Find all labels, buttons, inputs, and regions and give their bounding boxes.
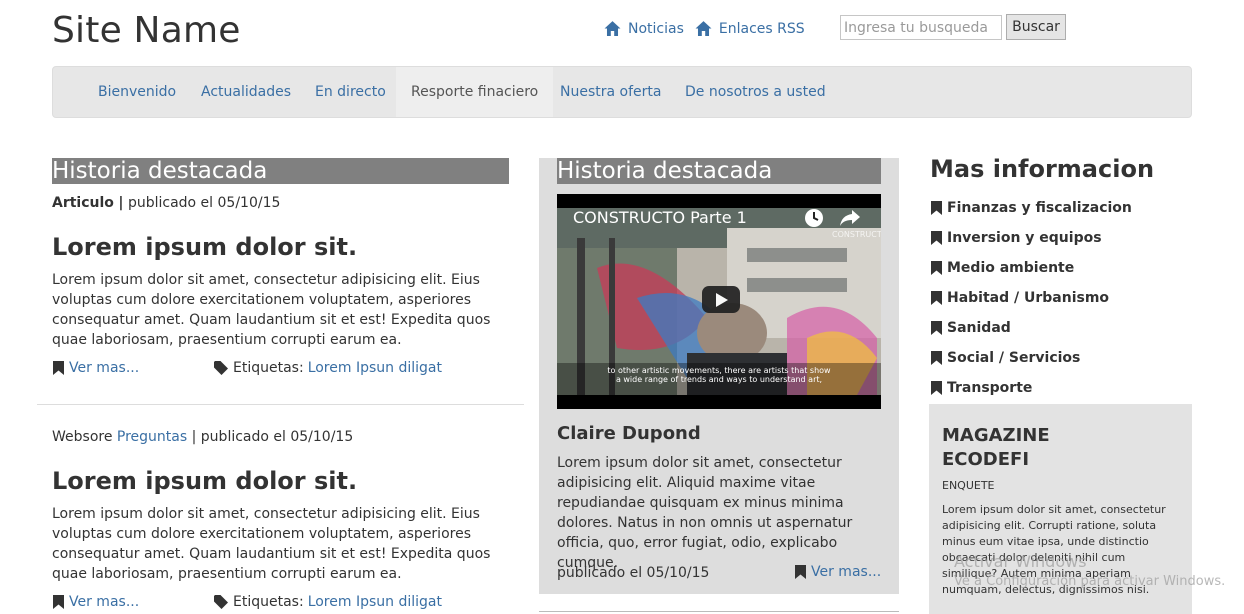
article-divider xyxy=(37,404,524,405)
featured-read-more-link[interactable]: Ver mas... xyxy=(795,564,881,580)
more-info-heading: Mas informacion xyxy=(930,155,1155,183)
home-icon xyxy=(695,21,712,36)
read-more-link[interactable]: Ver mas... xyxy=(53,594,139,610)
video-player[interactable]: CONSTRUCTO Parte 1 CONSTRUCTO to other a… xyxy=(557,194,881,409)
home-icon xyxy=(604,21,621,36)
left-section-heading: Historia destacada xyxy=(52,158,509,184)
article-source: Websore xyxy=(52,429,113,445)
read-more-link[interactable]: Ver mas... xyxy=(53,360,139,376)
video-subtitle: a wide range of trends and ways to under… xyxy=(615,375,823,384)
more-info-item[interactable]: Finanzas y fiscalizacion xyxy=(931,193,1132,223)
site-name[interactable]: Site Name xyxy=(52,10,241,51)
magazine-title[interactable]: MAGAZINE ECODEFI xyxy=(942,424,1092,472)
more-info-label: Inversion y equipos xyxy=(947,230,1102,246)
bookmark-icon xyxy=(931,321,942,335)
top-link-label: Enlaces RSS xyxy=(718,20,805,37)
center-divider xyxy=(539,611,899,612)
bookmark-icon xyxy=(931,261,942,275)
more-info-list: Finanzas y fiscalizacion Inversion y equ… xyxy=(931,193,1132,403)
channel-badge: CONSTRUCTO xyxy=(832,230,881,239)
more-info-label: Medio ambiente xyxy=(947,260,1075,276)
more-info-label: Finanzas y fiscalizacion xyxy=(947,200,1132,216)
watermark-line: Activar Windows xyxy=(954,552,1087,571)
windows-activation-watermark: Activar Windows Ve a Configuración para … xyxy=(954,552,1225,592)
author-name: Claire Dupond xyxy=(557,423,701,444)
article-tags: Etiquetas: Lorem Ipsun diligat xyxy=(214,360,442,376)
nav-item-bienvenido[interactable]: Bienvenido xyxy=(83,67,191,117)
watermark-line: Ve a Configuración para activar Windows. xyxy=(954,574,1226,589)
more-info-item[interactable]: Sanidad xyxy=(931,313,1132,343)
nav-item-resporte-finaciero[interactable]: Resporte finaciero xyxy=(396,67,554,117)
more-info-label: Social / Servicios xyxy=(947,350,1081,366)
search-input[interactable] xyxy=(840,15,1002,40)
bookmark-icon xyxy=(53,595,64,609)
share-icon[interactable] xyxy=(839,208,861,228)
tag-icon xyxy=(214,361,228,375)
featured-body: Lorem ipsum dolor sit amet, consectetur … xyxy=(557,455,853,571)
featured-date: publicado el 05/10/15 xyxy=(557,565,710,581)
tags-value-link[interactable]: Lorem Ipsun diligat xyxy=(308,594,442,610)
article-title[interactable]: Lorem ipsum dolor sit. xyxy=(52,467,357,495)
bookmark-icon xyxy=(931,231,942,245)
bookmark-icon xyxy=(931,381,942,395)
article-source-link[interactable]: Preguntas xyxy=(117,429,187,445)
nav-item-en-directo[interactable]: En directo xyxy=(300,67,401,117)
nav-item-de-nosotros-a-usted[interactable]: De nosotros a usted xyxy=(670,67,841,117)
meta-separator: | xyxy=(191,429,197,445)
article-meta: Articulo | publicado el 05/10/15 xyxy=(52,195,280,211)
main-navbar: Bienvenido Actualidades En directo Respo… xyxy=(52,66,1192,118)
tags-label: Etiquetas: xyxy=(233,360,304,376)
tag-icon xyxy=(214,595,228,609)
more-info-item[interactable]: Medio ambiente xyxy=(931,253,1132,283)
article-meta: Websore Preguntas | publicado el 05/10/1… xyxy=(52,429,353,445)
nav-item-nuestra-oferta[interactable]: Nuestra oferta xyxy=(545,67,676,117)
header-links: Noticias Enlaces RSS xyxy=(604,20,816,37)
watch-later-icon[interactable] xyxy=(804,208,824,228)
center-section-heading: Historia destacada xyxy=(557,158,881,184)
more-info-label: Sanidad xyxy=(947,320,1011,336)
read-more-label: Ver mas... xyxy=(69,594,140,610)
tags-label: Etiquetas: xyxy=(233,594,304,610)
article-tags: Etiquetas: Lorem Ipsun diligat xyxy=(214,594,442,610)
bookmark-icon xyxy=(53,361,64,375)
more-info-item[interactable]: Social / Servicios xyxy=(931,343,1132,373)
bookmark-icon xyxy=(931,291,942,305)
top-link-noticias[interactable]: Noticias xyxy=(604,20,684,37)
top-link-rss[interactable]: Enlaces RSS xyxy=(695,20,805,37)
search-button[interactable]: Buscar xyxy=(1006,14,1066,40)
tags-value-link[interactable]: Lorem Ipsun diligat xyxy=(308,360,442,376)
article-body: Lorem ipsum dolor sit amet, consectetur … xyxy=(52,272,491,348)
meta-separator: | xyxy=(118,195,124,211)
top-link-label: Noticias xyxy=(628,20,684,37)
nav-item-actualidades[interactable]: Actualidades xyxy=(186,67,306,117)
article-date: publicado el 05/10/15 xyxy=(200,429,354,445)
more-info-item[interactable]: Habitad / Urbanismo xyxy=(931,283,1132,313)
read-more-label: Ver mas... xyxy=(811,564,882,580)
more-info-item[interactable]: Transporte xyxy=(931,373,1132,403)
magazine-subtitle: ENQUETE xyxy=(942,479,995,492)
video-title[interactable]: CONSTRUCTO Parte 1 xyxy=(573,208,747,227)
article-date: publicado el 05/10/15 xyxy=(127,195,281,211)
article-body: Lorem ipsum dolor sit amet, consectetur … xyxy=(52,506,491,582)
article-type: Articulo xyxy=(52,195,114,211)
read-more-label: Ver mas... xyxy=(69,360,140,376)
article-title[interactable]: Lorem ipsum dolor sit. xyxy=(52,233,357,261)
more-info-item[interactable]: Inversion y equipos xyxy=(931,223,1132,253)
more-info-label: Transporte xyxy=(947,380,1033,396)
video-subtitle: to other artistic movements, there are a… xyxy=(607,366,831,375)
bookmark-icon xyxy=(931,201,942,215)
play-button[interactable] xyxy=(702,286,740,313)
bookmark-icon xyxy=(931,351,942,365)
more-info-label: Habitad / Urbanismo xyxy=(947,290,1110,306)
bookmark-icon xyxy=(795,565,806,579)
